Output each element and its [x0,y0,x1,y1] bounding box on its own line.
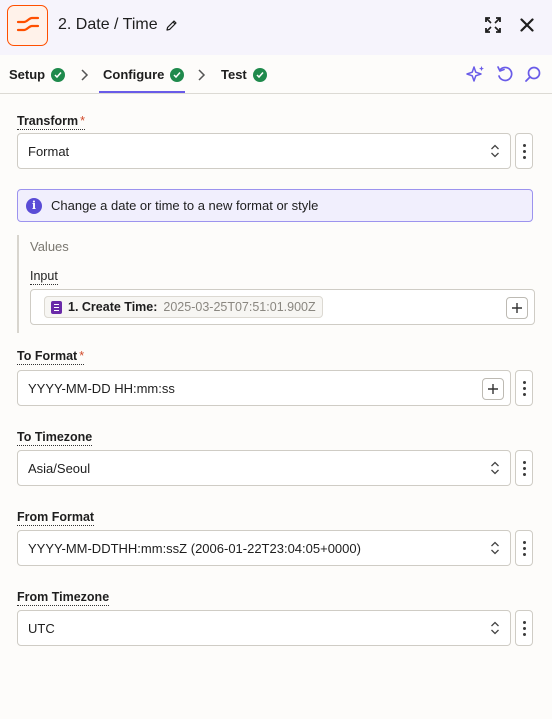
from-format-select[interactable]: YYYY-MM-DDTHH:mm:ssZ (2006-01-22T23:04:0… [17,530,511,566]
step-title[interactable]: 2. Date / Time [58,16,178,34]
input-label: Input [30,269,58,285]
field-value: YYYY-MM-DD HH:mm:ss [28,380,175,396]
from-timezone-select[interactable]: UTC [17,610,511,646]
values-title: Values [30,239,69,254]
expand-button[interactable] [482,14,504,36]
plus-icon [512,303,522,313]
search-icon [525,66,541,82]
to-format-label: To Format * [17,349,85,365]
active-tab-indicator [99,91,185,93]
tab-label: Test [221,67,247,82]
label-text: From Format [17,510,95,524]
step-header: 2. Date / Time [0,0,552,55]
input-field[interactable]: 1. Create Time: 2025-03-25T07:51:01.900Z [30,289,535,325]
to-format-input[interactable]: YYYY-MM-DD HH:mm:ss [17,370,511,406]
close-button[interactable] [516,14,538,36]
info-banner: i Change a date or time to a new format … [17,189,533,222]
tab-label: Configure [103,67,165,82]
label-text: To Format [17,349,78,363]
tab-setup[interactable]: Setup [9,67,66,82]
select-value: YYYY-MM-DDTHH:mm:ssZ (2006-01-22T23:04:0… [28,540,361,556]
transform-more-button[interactable] [515,133,533,169]
app-icon [7,5,48,46]
input-pill[interactable]: 1. Create Time: 2025-03-25T07:51:01.900Z [44,296,323,318]
from-timezone-more-button[interactable] [515,610,533,646]
info-icon: i [26,197,42,214]
transform-label: Transform * [17,114,86,130]
required-marker: * [80,114,86,128]
from-timezone-label: From Timezone [17,590,110,606]
formatter-icon [16,16,39,31]
to-timezone-select[interactable]: Asia/Seoul [17,450,511,486]
select-value: Asia/Seoul [28,460,91,476]
label-text: To Timezone [17,430,93,444]
to-timezone-more-button[interactable] [515,450,533,486]
select-value: Format [28,143,70,159]
check-circle-icon [252,67,267,82]
doc-icon [51,300,62,314]
chevron-right-icon [198,69,206,81]
insert-data-button[interactable] [482,378,504,400]
ai-assist-button[interactable] [466,64,486,84]
updown-icon [491,144,499,158]
updown-icon [491,541,499,555]
tab-label: Setup [9,67,46,82]
ai-sparkle-icon [466,66,484,82]
step-title-text: 2. Date / Time [58,16,158,33]
tab-configure[interactable]: Configure [103,67,185,82]
more-vertical-icon [522,620,526,624]
to-format-more-button[interactable] [515,370,533,406]
updown-icon [491,621,499,635]
transform-select[interactable]: Format [17,133,511,169]
undo-button[interactable] [495,64,515,84]
values-group: Values Input 1. Create Time: 2025-03-25T… [17,235,535,333]
pill-value: 2025-03-25T07:51:01.900Z [163,300,316,314]
pill-name: 1. Create Time: [68,300,158,314]
from-format-more-button[interactable] [515,530,533,566]
step-tabs: Setup Configure Test [0,55,552,94]
from-format-label: From Format [17,510,95,526]
close-icon [520,18,534,32]
to-timezone-label: To Timezone [17,430,93,446]
required-marker: * [79,349,85,363]
undo-icon [497,66,513,82]
search-button[interactable] [523,64,543,84]
insert-data-button[interactable] [506,297,528,319]
chevron-right-icon [81,69,89,81]
label-text: From Timezone [17,590,110,604]
expand-icon [485,17,501,33]
edit-pencil-icon[interactable] [165,19,178,32]
label-text: Transform [17,114,79,128]
more-vertical-icon [522,380,526,384]
check-circle-icon [170,67,185,82]
tab-test[interactable]: Test [221,67,267,82]
plus-icon [488,384,498,394]
more-vertical-icon [522,143,526,147]
info-text: Change a date or time to a new format or… [51,198,319,213]
more-vertical-icon [522,540,526,544]
updown-icon [491,461,499,475]
select-value: UTC [28,620,55,636]
check-circle-icon [51,67,66,82]
more-vertical-icon [522,460,526,464]
